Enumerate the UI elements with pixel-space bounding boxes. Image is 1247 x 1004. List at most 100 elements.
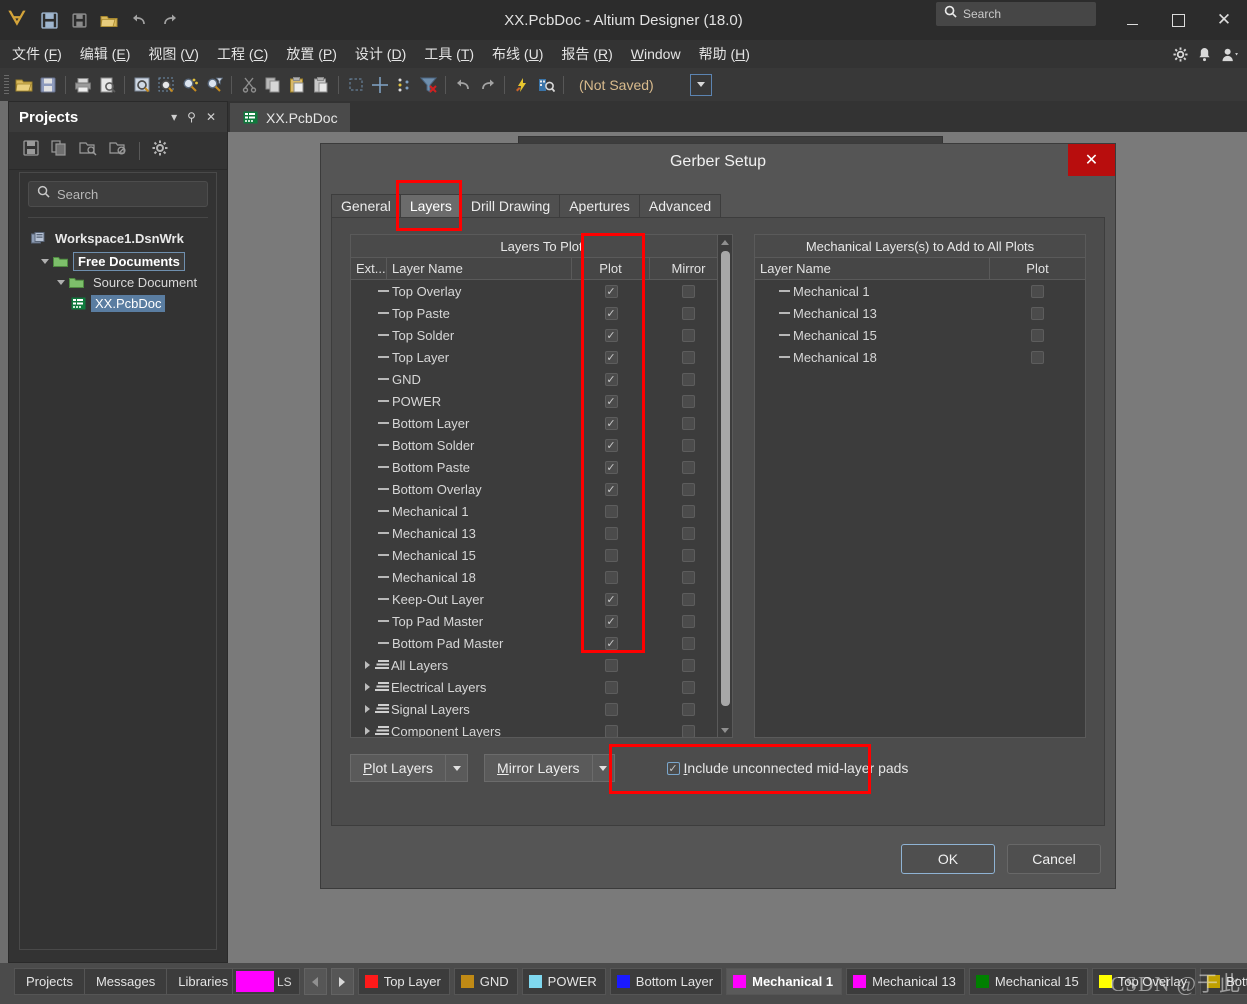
save-icon[interactable] bbox=[23, 140, 39, 161]
close-project-icon[interactable] bbox=[109, 140, 127, 161]
gear-icon[interactable] bbox=[1173, 46, 1188, 62]
mirror-checkbox[interactable] bbox=[682, 636, 695, 650]
toolbar-grip[interactable] bbox=[4, 74, 9, 95]
menu-reports[interactable]: 报告 (R) bbox=[561, 44, 612, 64]
zoom-area-icon[interactable] bbox=[154, 72, 178, 98]
column-header-mirror[interactable]: Mirror bbox=[650, 258, 727, 280]
expander-icon[interactable] bbox=[359, 727, 375, 735]
cancel-button[interactable]: Cancel bbox=[1007, 844, 1101, 874]
zoom-page-icon[interactable] bbox=[130, 72, 154, 98]
tab-layers[interactable]: Layers bbox=[399, 194, 462, 218]
close-button[interactable]: ✕ bbox=[1201, 0, 1247, 40]
plot-checkbox[interactable] bbox=[604, 724, 618, 737]
plot-checkbox[interactable] bbox=[604, 680, 618, 694]
menu-project[interactable]: 工程 (C) bbox=[217, 44, 268, 64]
layer-tab[interactable]: Mechanical 15 bbox=[968, 968, 1088, 995]
expander-icon[interactable] bbox=[359, 705, 375, 713]
crosshair-icon[interactable] bbox=[368, 72, 392, 98]
table-row[interactable]: Top Solder bbox=[351, 324, 732, 346]
mirror-checkbox[interactable] bbox=[682, 350, 695, 364]
mirror-checkbox[interactable] bbox=[682, 614, 695, 628]
plot-checkbox[interactable] bbox=[604, 592, 618, 606]
print-preview-icon[interactable] bbox=[95, 72, 119, 98]
undo-icon[interactable] bbox=[451, 72, 475, 98]
mirror-checkbox[interactable] bbox=[682, 724, 695, 737]
plot-checkbox[interactable] bbox=[604, 460, 618, 474]
plot-checkbox[interactable] bbox=[604, 394, 618, 408]
paste-icon[interactable] bbox=[285, 72, 309, 98]
table-row[interactable]: Top Overlay bbox=[351, 280, 732, 302]
column-header-ext[interactable]: Ext... bbox=[351, 257, 387, 280]
status-tab-projects[interactable]: Projects bbox=[14, 968, 85, 995]
table-row[interactable]: Mechanical 18 bbox=[351, 566, 732, 588]
user-icon[interactable] bbox=[1221, 47, 1239, 62]
layers-list-scrollbar[interactable] bbox=[717, 235, 732, 737]
layer-tab[interactable]: Top Layer bbox=[357, 968, 450, 995]
paste-special-icon[interactable] bbox=[309, 72, 333, 98]
zoom-select-icon[interactable] bbox=[178, 72, 202, 98]
status-tab-libraries[interactable]: Libraries bbox=[166, 968, 241, 995]
mirror-checkbox[interactable] bbox=[682, 372, 695, 386]
menu-help[interactable]: 帮助 (H) bbox=[699, 44, 750, 64]
mirror-checkbox[interactable] bbox=[682, 284, 695, 298]
select-area-icon[interactable] bbox=[344, 72, 368, 98]
gear-icon[interactable] bbox=[152, 140, 168, 161]
mirror-checkbox[interactable] bbox=[682, 416, 695, 430]
maximize-button[interactable] bbox=[1155, 0, 1201, 40]
plot-checkbox[interactable] bbox=[604, 284, 618, 298]
scroll-up-arrow-icon[interactable] bbox=[718, 235, 732, 249]
plot-checkbox[interactable] bbox=[604, 328, 618, 342]
table-row[interactable]: Electrical Layers bbox=[351, 676, 732, 698]
print-icon[interactable] bbox=[71, 72, 95, 98]
plot-checkbox[interactable] bbox=[1031, 328, 1044, 342]
mirror-layers-dropdown-arrow-icon[interactable] bbox=[592, 754, 615, 782]
plot-checkbox[interactable] bbox=[604, 350, 618, 364]
table-row[interactable]: Mechanical 13 bbox=[351, 522, 732, 544]
expander-icon[interactable] bbox=[38, 259, 52, 264]
bell-icon[interactable] bbox=[1198, 47, 1211, 62]
table-row[interactable]: GND bbox=[351, 368, 732, 390]
wizard-icon[interactable] bbox=[510, 72, 534, 98]
pin-icon[interactable]: ⚲ bbox=[182, 110, 201, 124]
plot-checkbox[interactable] bbox=[1031, 350, 1044, 364]
menu-file[interactable]: 文件 (F) bbox=[12, 44, 62, 64]
table-row[interactable]: Mechanical 1 bbox=[351, 500, 732, 522]
mirror-checkbox[interactable] bbox=[682, 680, 695, 694]
table-row[interactable]: Mechanical 13 bbox=[755, 302, 1085, 324]
plot-layers-split-button[interactable]: Plot Layers bbox=[350, 754, 469, 782]
copy-icon[interactable] bbox=[261, 72, 285, 98]
dialog-close-button[interactable]: ✕ bbox=[1068, 144, 1115, 176]
scrollbar-thumb[interactable] bbox=[721, 251, 730, 706]
table-row[interactable]: Bottom Solder bbox=[351, 434, 732, 456]
menu-window[interactable]: Window bbox=[631, 46, 681, 62]
open-project-icon[interactable] bbox=[79, 140, 97, 161]
plot-checkbox[interactable] bbox=[604, 438, 618, 452]
mirror-checkbox[interactable] bbox=[682, 592, 695, 606]
expander-icon[interactable] bbox=[359, 683, 375, 691]
plot-checkbox[interactable] bbox=[604, 526, 618, 540]
include-unconnected-pads-row[interactable]: Include unconnected mid-layer pads bbox=[666, 760, 908, 776]
plot-checkbox[interactable] bbox=[604, 306, 618, 320]
save-icon[interactable] bbox=[34, 0, 64, 40]
table-row[interactable]: Bottom Overlay bbox=[351, 478, 732, 500]
mirror-checkbox[interactable] bbox=[682, 394, 695, 408]
clear-filter-icon[interactable] bbox=[416, 72, 440, 98]
open-folder-icon[interactable] bbox=[12, 72, 36, 98]
column-header-plot[interactable]: Plot bbox=[990, 258, 1085, 280]
table-row[interactable]: Top Layer bbox=[351, 346, 732, 368]
plot-checkbox[interactable] bbox=[604, 482, 618, 496]
column-header-layer-name[interactable]: Layer Name bbox=[755, 257, 990, 280]
plot-checkbox[interactable] bbox=[604, 702, 618, 716]
copy-project-icon[interactable] bbox=[51, 140, 67, 161]
table-row[interactable]: Keep-Out Layer bbox=[351, 588, 732, 610]
mirror-checkbox[interactable] bbox=[682, 526, 695, 540]
global-search-box[interactable]: Search bbox=[936, 2, 1096, 26]
tree-item-free-documents[interactable]: Free Documents bbox=[28, 251, 208, 272]
mirror-checkbox[interactable] bbox=[682, 702, 695, 716]
minimize-button[interactable] bbox=[1109, 0, 1155, 40]
open-icon[interactable] bbox=[94, 0, 124, 40]
toolbar-overflow-button[interactable] bbox=[689, 73, 712, 96]
cut-icon[interactable] bbox=[237, 72, 261, 98]
table-row[interactable]: Signal Layers bbox=[351, 698, 732, 720]
table-row[interactable]: Top Paste bbox=[351, 302, 732, 324]
